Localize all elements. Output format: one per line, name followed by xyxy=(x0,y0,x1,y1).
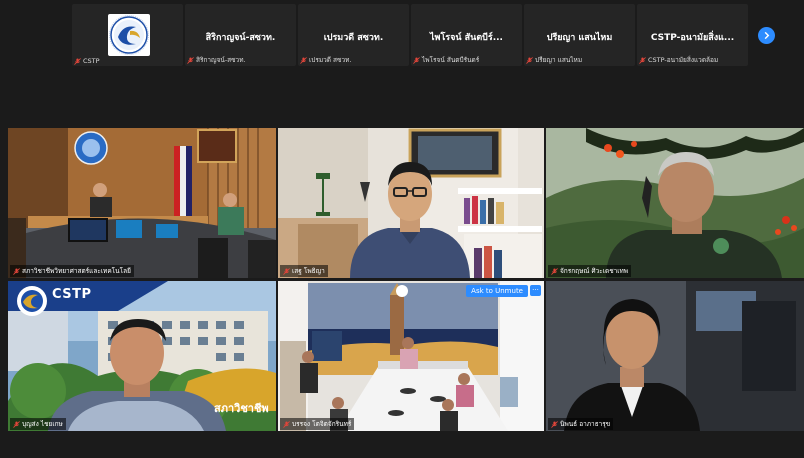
participant-label: ไพโรจน์ สันตบีรันดร์ xyxy=(413,55,479,65)
participant-tile-cstp[interactable]: CSTP xyxy=(72,4,183,66)
mic-muted-icon xyxy=(13,267,20,275)
participant-name: CSTP-อนามัยสิ่งแวดล้อม xyxy=(648,56,719,64)
mic-muted-icon xyxy=(639,56,646,64)
participant-label: สภาวิชาชีพวิทยาศาสตร์และเทคโนโลยี xyxy=(10,265,134,277)
more-options-button[interactable]: ··· xyxy=(530,285,541,296)
mic-muted-icon xyxy=(187,56,194,64)
mic-muted-icon xyxy=(413,56,420,64)
more-options-icon: ··· xyxy=(532,286,539,294)
video-feed xyxy=(546,281,804,431)
video-feed xyxy=(8,128,276,278)
participant-name: เสฐ โพธิญา xyxy=(292,267,325,275)
participant-label: บรรจง โตจิตจักรินทร์ xyxy=(280,418,355,430)
participant-name: CSTP xyxy=(83,57,100,65)
participant-name: บรรจง โตจิตจักรินทร์ xyxy=(292,420,352,428)
participant-tile[interactable]: ไพโรจน์ สันตบีร์... ไพโรจน์ สันตบีรันดร์ xyxy=(411,4,522,66)
participant-label: เปรมวดี สซวท. xyxy=(300,55,351,65)
participant-display-name: เปรมวดี สซวท. xyxy=(323,33,384,43)
mic-muted-icon xyxy=(551,420,558,428)
video-tile-conference-room[interactable]: สภาวิชาชีพวิทยาศาสตร์และเทคโนโลยี xyxy=(8,128,276,278)
participant-tile[interactable]: CSTP-อนามัยสิ่งแ... CSTP-อนามัยสิ่งแวดล้… xyxy=(637,4,748,66)
participant-name: ปรียญา แสนไหม xyxy=(535,56,583,64)
participant-display-name: CSTP-อนามัยสิ่งแ... xyxy=(650,33,735,43)
banner-brand: CSTP xyxy=(52,287,92,302)
video-tile-participant[interactable]: จักรกฤษณ์ ศิวะเดชาเทพ xyxy=(546,128,804,278)
mic-muted-icon xyxy=(283,267,290,275)
participant-label: CSTP xyxy=(74,57,100,65)
video-feed xyxy=(278,128,544,278)
participant-label: นิพนธ์ อาภาธารุข xyxy=(548,418,614,430)
participant-label: สิริกาญจน์-สซวท. xyxy=(187,55,246,65)
participant-display-name: ไพโรจน์ สันตบีร์... xyxy=(430,33,503,43)
participant-name: ไพโรจน์ สันตบีรันดร์ xyxy=(422,56,480,64)
mic-muted-icon xyxy=(300,56,307,64)
participant-tile[interactable]: เปรมวดี สซวท. เปรมวดี สซวท. xyxy=(298,4,409,66)
participant-display-name: สิริกาญจน์-สซวท. xyxy=(205,33,276,43)
participant-label: บุญส่ง ไชยเกษ xyxy=(10,418,66,430)
video-tile-meeting-room[interactable]: Ask to Unmute ··· บรรจง โตจิตจักรินทร์ xyxy=(278,281,544,431)
participant-name: จักรกฤษณ์ ศิวะเดชาเทพ xyxy=(560,267,629,275)
participant-label: จักรกฤษณ์ ศิวะเดชาเทพ xyxy=(548,265,632,277)
participant-name: สภาวิชาชีพวิทยาศาสตร์และเทคโนโลยี xyxy=(22,267,131,275)
participant-name: บุญส่ง ไชยเกษ xyxy=(22,420,63,428)
cstp-logo xyxy=(108,14,150,56)
video-tile-participant[interactable]: นิพนธ์ อาภาธารุข xyxy=(546,281,804,431)
participant-label: CSTP-อนามัยสิ่งแวดล้อม xyxy=(639,55,718,65)
participant-tile[interactable]: สิริกาญจน์-สซวท. สิริกาญจน์-สซวท. xyxy=(185,4,296,66)
participant-label: ปรียญา แสนไหม xyxy=(526,55,582,65)
video-tile-participant[interactable]: เสฐ โพธิญา xyxy=(278,128,544,278)
chevron-right-icon xyxy=(764,31,770,40)
participant-strip: CSTP สิริกาญจน์-สซวท. สิริกาญจน์-สซวท. เ… xyxy=(72,4,804,68)
banner-text: สภาวิชาชีพ xyxy=(214,402,269,415)
video-feed xyxy=(546,128,804,278)
mic-muted-icon xyxy=(283,420,290,428)
mic-muted-icon xyxy=(13,420,20,428)
participant-label: เสฐ โพธิญา xyxy=(280,265,328,277)
participant-tile[interactable]: ปรียญา แสนไหม ปรียญา แสนไหม xyxy=(524,4,635,66)
participant-display-name: ปรียญา แสนไหม xyxy=(546,33,613,43)
video-feed xyxy=(278,281,544,431)
participant-name: นิพนธ์ อาภาธารุข xyxy=(560,420,611,428)
mic-muted-icon xyxy=(74,57,81,65)
video-tile-active-speaker[interactable]: CSTP สภาวิชาชีพ บุญส่ง ไชยเกษ xyxy=(8,281,276,431)
mic-muted-icon xyxy=(551,267,558,275)
participant-name: สิริกาญจน์-สซวท. xyxy=(196,56,246,64)
ask-to-unmute-button[interactable]: Ask to Unmute xyxy=(466,285,528,297)
participant-name: เปรมวดี สซวท. xyxy=(309,56,352,64)
mic-muted-icon xyxy=(526,56,533,64)
next-page-button[interactable] xyxy=(758,27,775,44)
